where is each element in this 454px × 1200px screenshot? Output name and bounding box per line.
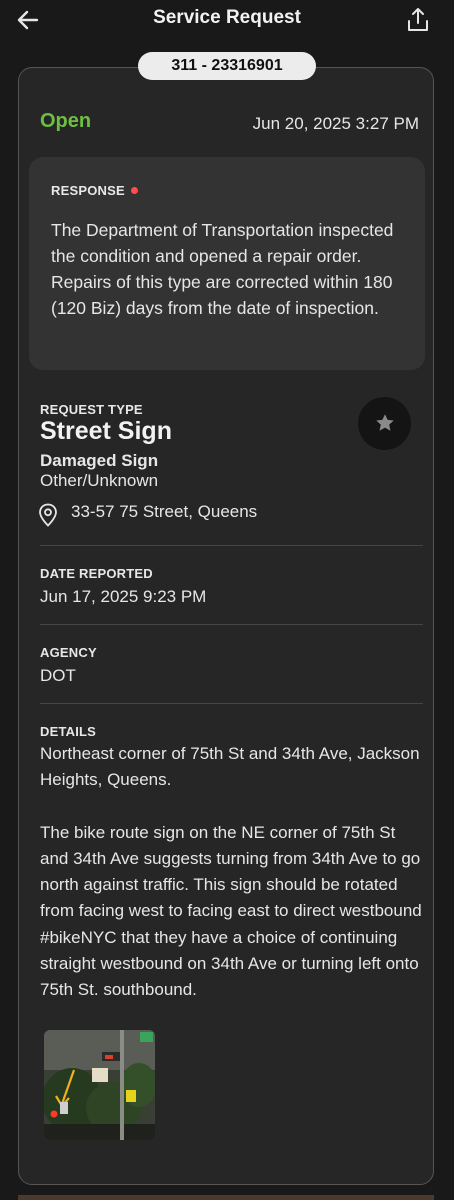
- new-indicator-dot: [130, 187, 138, 195]
- response-panel: RESPONSE The Department of Transportatio…: [29, 157, 425, 370]
- request-subtype: Damaged Sign: [40, 451, 159, 470]
- favorite-button[interactable]: [358, 397, 411, 450]
- request-descriptor: Other/Unknown: [40, 471, 159, 490]
- request-type-label: REQUEST TYPE: [40, 402, 143, 417]
- divider: [40, 624, 423, 625]
- street-photo-image: [44, 1030, 155, 1140]
- agency-value: DOT: [40, 666, 76, 685]
- agency-label: AGENCY: [40, 645, 97, 660]
- share-button[interactable]: [404, 6, 432, 34]
- next-card-edge: [18, 1195, 434, 1200]
- created-timestamp: Jun 20, 2025 3:27 PM: [252, 114, 419, 133]
- details-text: Northeast corner of 75th St and 34th Ave…: [40, 741, 425, 1004]
- address-text[interactable]: 33-57 75 Street, Queens: [71, 502, 257, 522]
- details-paragraph: The bike route sign on the NE corner of …: [40, 822, 422, 1000]
- date-reported-value: Jun 17, 2025 9:23 PM: [40, 587, 207, 606]
- divider: [40, 545, 423, 546]
- location-pin-icon: [39, 503, 57, 527]
- request-number-badge: 311 - 23316901: [138, 52, 316, 80]
- page-title: Service Request: [153, 7, 301, 28]
- date-reported-label: DATE REPORTED: [40, 566, 153, 581]
- response-text: The Department of Transportation inspect…: [51, 220, 394, 318]
- request-type-value: Street Sign: [40, 417, 172, 445]
- details-paragraph: Northeast corner of 75th St and 34th Ave…: [40, 744, 420, 790]
- photo-thumbnail[interactable]: [44, 1030, 155, 1140]
- response-heading: RESPONSE: [51, 183, 138, 198]
- top-bar: Service Request: [0, 0, 454, 40]
- share-icon: [408, 8, 428, 31]
- divider: [40, 703, 423, 704]
- status-label: Open: [40, 110, 92, 132]
- star-icon: [376, 414, 394, 431]
- details-label: DETAILS: [40, 724, 97, 739]
- response-label: RESPONSE: [51, 183, 125, 198]
